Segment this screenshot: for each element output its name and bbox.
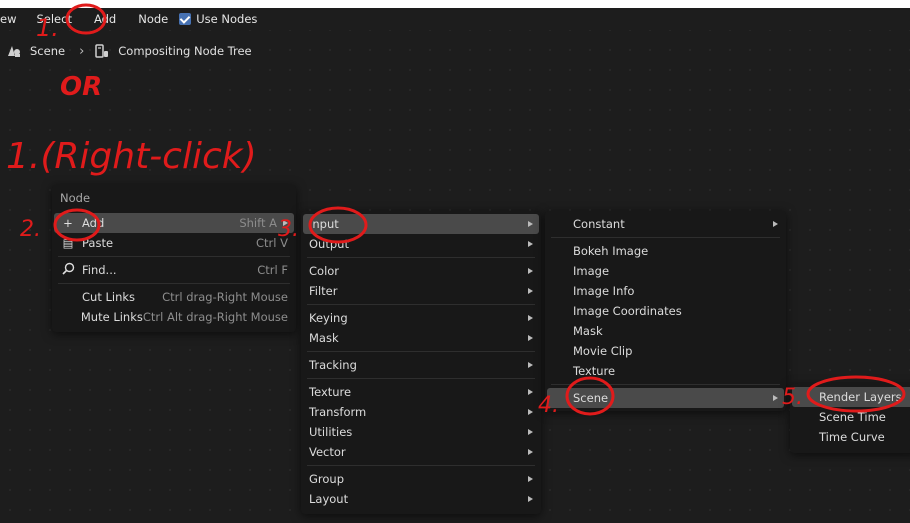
input-menu-image-coordinates[interactable]: Image Coordinates [545,301,786,321]
search-icon [60,262,76,278]
breadcrumb-node-tree[interactable]: Compositing Node Tree [94,43,252,59]
scene-submenu: Render Layers Scene Time Time Curve [790,384,910,453]
paste-icon: ▤ [62,236,74,250]
header-menubar: ew Select Add Node Use Nodes [0,8,910,30]
node-menu-paste[interactable]: ▤ Paste Ctrl V [52,233,296,253]
node-menu-cut-links[interactable]: Cut Links Ctrl drag-Right Mouse [52,287,296,307]
divider [307,378,535,379]
submenu-arrow-icon [528,409,533,415]
window-top-strip [0,0,910,8]
divider [551,237,780,238]
add-menu-tracking[interactable]: Tracking [301,355,541,375]
add-menu-input[interactable]: Input [303,214,539,234]
divider [551,384,780,385]
submenu-arrow-icon [528,362,533,368]
chevron-right-icon: › [79,43,85,59]
node-menu-find[interactable]: Find... Ctrl F [52,260,296,280]
breadcrumb: Scene › Compositing Node Tree [6,42,252,60]
submenu-arrow-icon [283,220,288,226]
scene-icon [8,46,20,57]
divider [307,304,535,305]
menu-add[interactable]: Add [87,12,123,26]
submenu-arrow-icon [528,268,533,274]
submenu-arrow-icon [528,496,533,502]
add-menu-texture[interactable]: Texture [301,382,541,402]
add-menu-filter[interactable]: Filter [301,281,541,301]
divider [307,257,535,258]
plus-icon: + [63,216,73,230]
add-submenu: Input Output Color Filter Keying Mask Tr… [301,211,541,514]
node-menu-title: Node [60,191,91,205]
submenu-arrow-icon [528,429,533,435]
input-menu-constant[interactable]: Constant [545,214,786,234]
annotation-step1-right-click: 1.(Right-click) [6,136,257,177]
annotation-or: OR [60,72,102,102]
add-menu-mask[interactable]: Mask [301,328,541,348]
add-menu-keying[interactable]: Keying [301,308,541,328]
add-menu-vector[interactable]: Vector [301,442,541,462]
breadcrumb-scene[interactable]: Scene [6,43,65,59]
menu-select[interactable]: Select [29,12,78,26]
use-nodes-checkbox[interactable] [179,13,192,25]
submenu-arrow-icon [528,449,533,455]
input-menu-texture[interactable]: Texture [545,361,786,381]
input-submenu: Constant Bokeh Image Image Image Info Im… [545,211,786,411]
divider [307,351,535,352]
scene-menu-render-layers[interactable]: Render Layers [792,387,910,407]
input-menu-image-info[interactable]: Image Info [545,281,786,301]
submenu-arrow-icon [528,288,533,294]
add-menu-transform[interactable]: Transform [301,402,541,422]
add-menu-output[interactable]: Output [301,234,541,254]
annotation-step2: 2. [20,217,41,242]
divider [58,256,290,257]
input-menu-bokeh-image[interactable]: Bokeh Image [545,241,786,261]
add-menu-color[interactable]: Color [301,261,541,281]
submenu-arrow-icon [528,315,533,321]
submenu-arrow-icon [528,476,533,482]
submenu-arrow-icon [773,395,778,401]
menu-node[interactable]: Node [131,12,175,26]
add-menu-layout[interactable]: Layout [301,489,541,509]
scene-menu-time-curve[interactable]: Time Curve [790,427,910,447]
breadcrumb-node-tree-label: Compositing Node Tree [118,44,252,58]
breadcrumb-scene-label: Scene [30,44,66,58]
input-menu-movie-clip[interactable]: Movie Clip [545,341,786,361]
input-menu-mask[interactable]: Mask [545,321,786,341]
input-menu-image[interactable]: Image [545,261,786,281]
divider [307,465,535,466]
submenu-arrow-icon [528,335,533,341]
menu-view[interactable]: ew [0,12,23,26]
node-menu-mute-links[interactable]: Mute Links Ctrl Alt drag-Right Mouse [52,307,296,327]
use-nodes-toggle[interactable]: Use Nodes [179,12,257,26]
add-menu-utilities[interactable]: Utilities [301,422,541,442]
scene-menu-scene-time[interactable]: Scene Time [790,407,910,427]
use-nodes-label: Use Nodes [196,12,258,26]
submenu-arrow-icon [528,241,533,247]
submenu-arrow-icon [528,221,533,227]
add-menu-group[interactable]: Group [301,469,541,489]
input-menu-scene[interactable]: Scene [547,388,784,408]
submenu-arrow-icon [528,389,533,395]
node-context-menu: Node + Add Shift A ▤ Paste Ctrl V Find..… [52,185,296,332]
submenu-arrow-icon [773,221,778,227]
divider [58,283,290,284]
node-tree-icon [95,44,109,58]
node-menu-add[interactable]: + Add Shift A [54,213,294,233]
